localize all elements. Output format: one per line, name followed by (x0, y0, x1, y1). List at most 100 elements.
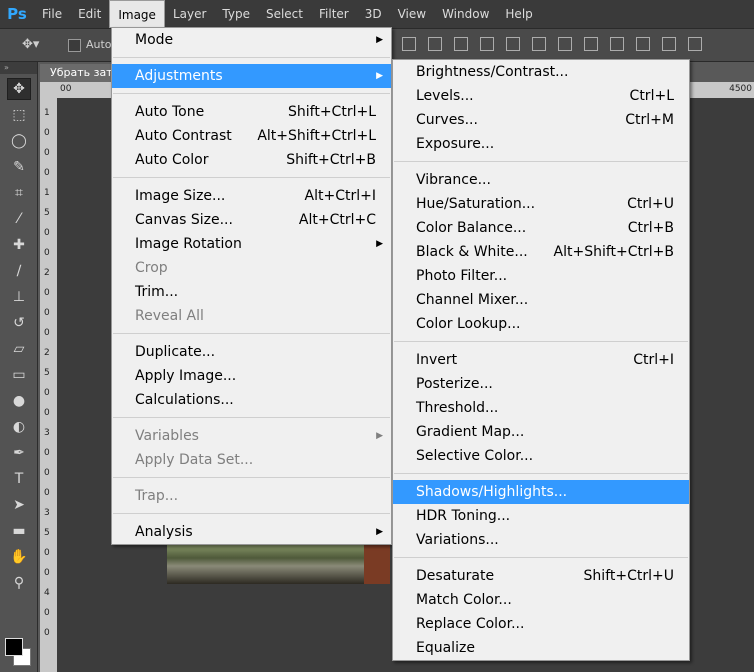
type-tool-icon[interactable]: T (7, 468, 31, 490)
menu-item-selective-color[interactable]: Selective Color... (393, 444, 689, 468)
distribute-bottom-icon[interactable] (610, 37, 624, 51)
menu-item-mode[interactable]: Mode ▶ (112, 28, 391, 52)
menu-item-black-white[interactable]: Black & White... Alt+Shift+Ctrl+B (393, 240, 689, 264)
menu-item-adjustments[interactable]: Adjustments ▶ (112, 64, 391, 88)
menu-item-variations[interactable]: Variations... (393, 528, 689, 552)
distribute-center-icon[interactable] (662, 37, 676, 51)
menu-item-vibrance[interactable]: Vibrance... (393, 168, 689, 192)
menu-item-label: Calculations... (135, 392, 234, 408)
menu-item-replace-color[interactable]: Replace Color... (393, 612, 689, 636)
gradient-tool-icon[interactable]: ▭ (7, 364, 31, 386)
brush-tool-icon[interactable]: ∕ (7, 260, 31, 282)
move-tool-icon[interactable]: ✥ (7, 78, 31, 100)
menu-item-label: Color Balance... (416, 220, 527, 236)
ruler-label: 0 (44, 608, 50, 618)
menu-item-gradient-map[interactable]: Gradient Map... (393, 420, 689, 444)
blur-tool-icon[interactable]: ● (7, 390, 31, 412)
menu-item-image-size[interactable]: Image Size... Alt+Ctrl+I (112, 184, 391, 208)
menu-select[interactable]: Select (258, 0, 311, 28)
shape-tool-icon[interactable]: ▬ (7, 520, 31, 542)
align-right-icon[interactable] (532, 37, 546, 51)
document-tab[interactable]: Убрать затемнение (40, 64, 120, 82)
distribute-top-icon[interactable] (558, 37, 572, 51)
ruler-label: 1 (44, 188, 50, 198)
menu-type[interactable]: Type (214, 0, 258, 28)
menu-item-duplicate[interactable]: Duplicate... (112, 340, 391, 364)
auto-select-checkbox[interactable] (68, 39, 81, 52)
align-top-icon[interactable] (402, 37, 416, 51)
menu-item-invert[interactable]: Invert Ctrl+I (393, 348, 689, 372)
ruler-label: 0 (44, 288, 50, 298)
distribute-left-icon[interactable] (636, 37, 650, 51)
menu-item-hue-saturation[interactable]: Hue/Saturation... Ctrl+U (393, 192, 689, 216)
pen-tool-icon[interactable]: ✒ (7, 442, 31, 464)
distribute-right-icon[interactable] (688, 37, 702, 51)
menu-item-posterize[interactable]: Posterize... (393, 372, 689, 396)
menu-item-channel-mixer[interactable]: Channel Mixer... (393, 288, 689, 312)
menu-item-label: Apply Data Set... (135, 452, 254, 468)
zoom-tool-icon[interactable]: ⚲ (7, 572, 31, 594)
menu-item-trim[interactable]: Trim... (112, 280, 391, 304)
document-image[interactable] (167, 544, 390, 584)
menu-item-levels[interactable]: Levels... Ctrl+L (393, 84, 689, 108)
menu-item-canvas-size[interactable]: Canvas Size... Alt+Ctrl+C (112, 208, 391, 232)
menu-item-desaturate[interactable]: Desaturate Shift+Ctrl+U (393, 564, 689, 588)
quick-select-tool-icon[interactable]: ✎ (7, 156, 31, 178)
menu-item-color-lookup[interactable]: Color Lookup... (393, 312, 689, 336)
align-bottom-icon[interactable] (454, 37, 468, 51)
menu-item-curves[interactable]: Curves... Ctrl+M (393, 108, 689, 132)
align-left-icon[interactable] (480, 37, 494, 51)
menu-item-analysis[interactable]: Analysis ▶ (112, 520, 391, 544)
menu-item-equalize[interactable]: Equalize (393, 636, 689, 660)
distribute-middle-icon[interactable] (584, 37, 598, 51)
menu-item-label: Apply Image... (135, 368, 237, 384)
path-select-icon[interactable]: ➤ (7, 494, 31, 516)
menu-item-shadows-highlights[interactable]: Shadows/Highlights... (393, 480, 689, 504)
menu-layer[interactable]: Layer (165, 0, 214, 28)
tools-panel-collapse-icon[interactable]: » (0, 62, 37, 74)
menu-view[interactable]: View (390, 0, 434, 28)
menu-item-color-balance[interactable]: Color Balance... Ctrl+B (393, 216, 689, 240)
healing-brush-icon[interactable]: ✚ (7, 234, 31, 256)
clone-stamp-icon[interactable]: ⊥ (7, 286, 31, 308)
marquee-tool-icon[interactable]: ⬚ (7, 104, 31, 126)
menu-item-threshold[interactable]: Threshold... (393, 396, 689, 420)
eraser-tool-icon[interactable]: ▱ (7, 338, 31, 360)
menu-item-brightness-contrast[interactable]: Brightness/Contrast... (393, 60, 689, 84)
menu-item-image-rotation[interactable]: Image Rotation ▶ (112, 232, 391, 256)
move-tool-options-icon[interactable]: ✥▾ (22, 37, 39, 52)
menu-item-label: Vibrance... (416, 172, 491, 188)
auto-select-label: Auto (86, 38, 112, 51)
menu-item-exposure[interactable]: Exposure... (393, 132, 689, 156)
menu-item-shortcut: Ctrl+I (633, 352, 674, 368)
ruler-label: 4 (44, 588, 50, 598)
menu-item-match-color[interactable]: Match Color... (393, 588, 689, 612)
lasso-tool-icon[interactable]: ◯ (7, 130, 31, 152)
align-center-icon[interactable] (506, 37, 520, 51)
crop-tool-icon[interactable]: ⌗ (7, 182, 31, 204)
foreground-color-swatch[interactable] (5, 638, 23, 656)
menu-window[interactable]: Window (434, 0, 497, 28)
hand-tool-icon[interactable]: ✋ (7, 546, 31, 568)
menu-item-shortcut: Ctrl+U (627, 196, 674, 212)
menu-edit[interactable]: Edit (70, 0, 109, 28)
menu-image[interactable]: Image (109, 0, 165, 28)
menu-item-calculations[interactable]: Calculations... (112, 388, 391, 412)
menu-item-apply-data-set: Apply Data Set... (112, 448, 391, 472)
menu-file[interactable]: File (34, 0, 70, 28)
menu-item-hdr-toning[interactable]: HDR Toning... (393, 504, 689, 528)
menu-item-auto-tone[interactable]: Auto Tone Shift+Ctrl+L (112, 100, 391, 124)
menu-help[interactable]: Help (497, 0, 540, 28)
align-buttons (402, 37, 702, 51)
menu-item-auto-contrast[interactable]: Auto Contrast Alt+Shift+Ctrl+L (112, 124, 391, 148)
align-middle-icon[interactable] (428, 37, 442, 51)
menu-item-apply-image[interactable]: Apply Image... (112, 364, 391, 388)
history-brush-icon[interactable]: ↺ (7, 312, 31, 334)
menu-filter[interactable]: Filter (311, 0, 357, 28)
menu-item-auto-color[interactable]: Auto Color Shift+Ctrl+B (112, 148, 391, 172)
dodge-tool-icon[interactable]: ◐ (7, 416, 31, 438)
menu-item-photo-filter[interactable]: Photo Filter... (393, 264, 689, 288)
menu-3d[interactable]: 3D (357, 0, 390, 28)
eyedropper-tool-icon[interactable]: ⁄ (7, 208, 31, 230)
menu-item-label: Adjustments (135, 68, 223, 84)
